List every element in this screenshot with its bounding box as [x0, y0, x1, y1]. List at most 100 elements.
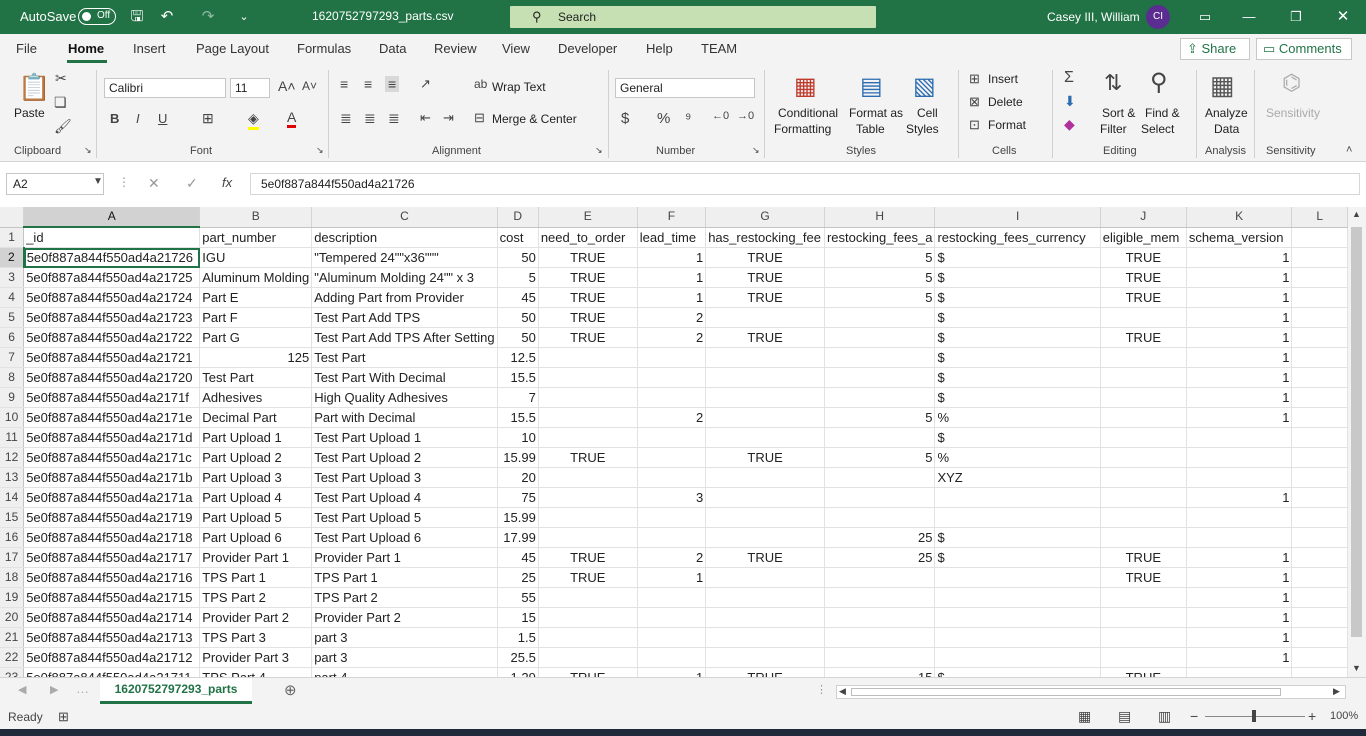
cell[interactable]: [1291, 327, 1348, 348]
tab-review[interactable]: Review: [434, 41, 477, 56]
cell[interactable]: 12.5: [497, 347, 539, 368]
cell[interactable]: [1100, 367, 1187, 388]
cell[interactable]: [538, 487, 638, 508]
cell[interactable]: [1186, 507, 1293, 528]
cell[interactable]: TRUE: [538, 287, 638, 308]
percent-icon[interactable]: %: [657, 110, 670, 127]
cell[interactable]: 1: [1186, 547, 1293, 568]
cell[interactable]: [538, 587, 638, 608]
row-header[interactable]: 5: [0, 307, 25, 328]
save-icon[interactable]: 🖫: [127, 7, 147, 27]
vertical-scrollbar[interactable]: ▲ ▼: [1348, 207, 1366, 677]
cell[interactable]: [1291, 507, 1348, 528]
cell[interactable]: 15.5: [497, 407, 539, 428]
increase-indent-icon[interactable]: ⇥: [443, 110, 454, 126]
sort-filter-line1[interactable]: Sort &: [1102, 106, 1135, 120]
decrease-indent-icon[interactable]: ⇤: [420, 110, 431, 126]
format-painter-icon[interactable]: 🖌: [54, 118, 72, 135]
cell[interactable]: Decimal Part: [199, 407, 313, 428]
cell[interactable]: Test Part Upload 6: [311, 527, 498, 548]
cell[interactable]: [1291, 647, 1348, 668]
cell[interactable]: 5e0f887a844f550ad4a21723: [23, 307, 201, 328]
cell[interactable]: TRUE: [705, 267, 825, 288]
row-header[interactable]: 7: [0, 347, 25, 368]
cell[interactable]: [824, 487, 936, 508]
cell[interactable]: [1291, 267, 1348, 288]
autosum-icon[interactable]: Σ: [1064, 69, 1074, 87]
cell[interactable]: [824, 427, 936, 448]
middle-align-icon[interactable]: ≡: [364, 76, 372, 92]
cell[interactable]: TRUE: [1100, 287, 1187, 308]
tab-view[interactable]: View: [502, 41, 530, 56]
column-header[interactable]: K: [1186, 207, 1293, 228]
cell[interactable]: [538, 607, 638, 628]
cell[interactable]: [934, 647, 1101, 668]
orientation-icon[interactable]: ↗: [420, 76, 431, 92]
cell[interactable]: 1: [637, 267, 707, 288]
fill-icon[interactable]: ⬇: [1064, 93, 1076, 110]
font-color-icon[interactable]: A: [287, 109, 297, 128]
column-header[interactable]: A: [23, 207, 201, 228]
column-header[interactable]: F: [637, 207, 707, 228]
analyze-data-line2[interactable]: Data: [1214, 122, 1239, 136]
cell[interactable]: 5e0f887a844f550ad4a21721: [23, 347, 201, 368]
cell[interactable]: [1186, 667, 1293, 677]
scroll-right-icon[interactable]: ▶: [1333, 686, 1340, 697]
cell[interactable]: [637, 627, 707, 648]
cell[interactable]: Test Part Upload 5: [311, 507, 498, 528]
row-header[interactable]: 23: [0, 667, 25, 677]
cell[interactable]: cost: [497, 227, 539, 248]
find-select-icon[interactable]: ⚲: [1150, 68, 1168, 97]
italic-icon[interactable]: I: [136, 111, 140, 126]
cell[interactable]: [1291, 447, 1348, 468]
top-align-icon[interactable]: ≡: [340, 76, 348, 92]
cell[interactable]: [824, 627, 936, 648]
row-header[interactable]: 22: [0, 647, 25, 668]
cell[interactable]: $: [934, 367, 1101, 388]
tab-help[interactable]: Help: [646, 41, 673, 56]
column-header[interactable]: E: [538, 207, 638, 228]
cell[interactable]: [824, 387, 936, 408]
cell[interactable]: 2: [637, 407, 707, 428]
insert-cells-button[interactable]: Insert: [988, 72, 1018, 86]
column-header[interactable]: D: [497, 207, 539, 228]
font-family-select[interactable]: Calibri: [104, 78, 226, 98]
cell[interactable]: 5e0f887a844f550ad4a21720: [23, 367, 201, 388]
cell[interactable]: [1291, 527, 1348, 548]
currency-icon[interactable]: $: [621, 110, 629, 127]
format-table-icon[interactable]: ▤: [860, 72, 883, 101]
cell[interactable]: part_number: [199, 227, 313, 248]
cell[interactable]: 1.5: [497, 627, 539, 648]
cell[interactable]: [1291, 627, 1348, 648]
cell[interactable]: [1100, 387, 1187, 408]
cell[interactable]: 5e0f887a844f550ad4a21714: [23, 607, 201, 628]
cell[interactable]: [1291, 367, 1348, 388]
cell[interactable]: [1291, 427, 1348, 448]
row-header[interactable]: 13: [0, 467, 25, 488]
cell[interactable]: [637, 347, 707, 368]
autosave-toggle[interactable]: Off: [78, 8, 116, 25]
cell[interactable]: [1291, 487, 1348, 508]
cell[interactable]: TPS Part 2: [311, 587, 498, 608]
number-format-select[interactable]: General: [615, 78, 755, 98]
cell[interactable]: Test Part Upload 1: [311, 427, 498, 448]
zoom-level[interactable]: 100%: [1330, 710, 1358, 722]
cell[interactable]: TRUE: [538, 567, 638, 588]
cell[interactable]: [1100, 407, 1187, 428]
analyze-data-icon[interactable]: ▦: [1210, 70, 1235, 101]
cell[interactable]: IGU: [199, 247, 313, 268]
cell[interactable]: [705, 587, 825, 608]
row-header[interactable]: 9: [0, 387, 25, 408]
cell[interactable]: lead_time: [637, 227, 707, 248]
cell[interactable]: Provider Part 2: [311, 607, 498, 628]
cell[interactable]: $: [934, 667, 1101, 677]
cell[interactable]: [705, 427, 825, 448]
cell[interactable]: $: [934, 387, 1101, 408]
cell[interactable]: [1291, 347, 1348, 368]
bottom-align-icon[interactable]: ≡: [385, 76, 400, 92]
row-header[interactable]: 10: [0, 407, 25, 428]
cell[interactable]: [705, 507, 825, 528]
cell[interactable]: [705, 487, 825, 508]
cell[interactable]: [637, 647, 707, 668]
cell[interactable]: schema_version: [1186, 227, 1293, 248]
